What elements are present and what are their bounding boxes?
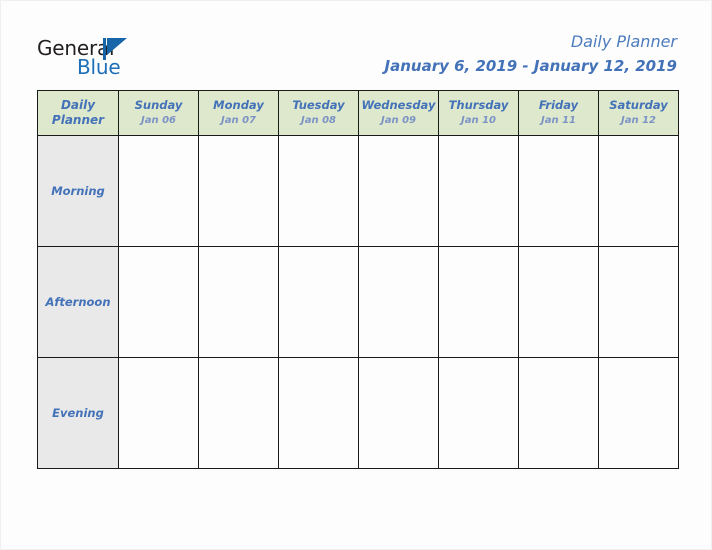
- column-header-day: Thursday: [448, 98, 509, 112]
- planner-cell-morning-sunday[interactable]: [118, 135, 199, 247]
- date-range: January 6, 2019 - January 12, 2019: [384, 57, 677, 75]
- general-blue-logo[interactable]: General Blue: [37, 37, 227, 83]
- planner-cell-evening-saturday[interactable]: [598, 357, 679, 469]
- planner-page: General Blue Daily Planner January 6, 20…: [0, 0, 712, 550]
- row-label-text: Evening: [52, 406, 104, 420]
- column-header-date: Jan 08: [301, 115, 336, 126]
- column-header-day: Monday: [213, 98, 264, 112]
- logo-word-blue: Blue: [77, 55, 121, 79]
- planner-cell-evening-friday[interactable]: [518, 357, 599, 469]
- planner-table-body: Morning Afternoon Evening: [37, 135, 679, 469]
- column-header-date: Jan 09: [381, 115, 416, 126]
- corner-header-line2: Planner: [51, 113, 105, 127]
- column-header-saturday: Saturday Jan 12: [598, 90, 679, 136]
- column-header-day: Wednesday: [361, 98, 436, 112]
- planner-cell-morning-wednesday[interactable]: [358, 135, 439, 247]
- planner-cell-morning-tuesday[interactable]: [278, 135, 359, 247]
- header-row: Daily Planner Sunday Jan 06 Monday Jan 0…: [37, 90, 679, 136]
- planner-cell-afternoon-wednesday[interactable]: [358, 246, 439, 358]
- column-header-date: Jan 06: [141, 115, 176, 126]
- planner-cell-afternoon-sunday[interactable]: [118, 246, 199, 358]
- planner-cell-evening-wednesday[interactable]: [358, 357, 439, 469]
- column-header-date: Jan 10: [461, 115, 496, 126]
- planner-cell-afternoon-friday[interactable]: [518, 246, 599, 358]
- column-header-friday: Friday Jan 11: [518, 90, 599, 136]
- planner-cell-morning-saturday[interactable]: [598, 135, 679, 247]
- row-label-text: Morning: [51, 184, 105, 198]
- page-header: General Blue Daily Planner January 6, 20…: [1, 1, 712, 89]
- column-header-wednesday: Wednesday Jan 09: [358, 90, 439, 136]
- column-header-day: Saturday: [609, 98, 668, 112]
- corner-header-cell: Daily Planner: [37, 90, 119, 136]
- page-title: Daily Planner: [570, 32, 677, 51]
- planner-cell-evening-monday[interactable]: [198, 357, 279, 469]
- title-block: Daily Planner January 6, 2019 - January …: [385, 31, 677, 77]
- column-header-thursday: Thursday Jan 10: [438, 90, 519, 136]
- planner-cell-morning-monday[interactable]: [198, 135, 279, 247]
- column-header-monday: Monday Jan 07: [198, 90, 279, 136]
- column-header-day: Sunday: [134, 98, 183, 112]
- planner-table-head: Daily Planner Sunday Jan 06 Monday Jan 0…: [37, 90, 679, 136]
- table-row: Morning: [37, 135, 679, 247]
- planner-cell-evening-sunday[interactable]: [118, 357, 199, 469]
- column-header-day: Friday: [538, 98, 579, 112]
- planner-cell-morning-thursday[interactable]: [438, 135, 519, 247]
- triangle-icon: [107, 38, 127, 55]
- planner-cell-morning-friday[interactable]: [518, 135, 599, 247]
- column-header-day: Tuesday: [292, 98, 345, 112]
- planner-cell-evening-thursday[interactable]: [438, 357, 519, 469]
- column-header-date: Jan 11: [541, 115, 576, 126]
- column-header-date: Jan 07: [221, 115, 256, 126]
- table-row: Evening: [37, 357, 679, 469]
- corner-header-line1: Daily: [60, 98, 96, 112]
- planner-table: Daily Planner Sunday Jan 06 Monday Jan 0…: [37, 90, 679, 469]
- planner-cell-afternoon-saturday[interactable]: [598, 246, 679, 358]
- table-row: Afternoon: [37, 246, 679, 358]
- planner-cell-afternoon-thursday[interactable]: [438, 246, 519, 358]
- row-label-text: Afternoon: [45, 295, 111, 309]
- row-label-evening: Evening: [37, 357, 119, 469]
- column-header-date: Jan 12: [621, 115, 656, 126]
- column-header-tuesday: Tuesday Jan 08: [278, 90, 359, 136]
- row-label-afternoon: Afternoon: [37, 246, 119, 358]
- planner-cell-afternoon-tuesday[interactable]: [278, 246, 359, 358]
- planner-cell-evening-tuesday[interactable]: [278, 357, 359, 469]
- planner-cell-afternoon-monday[interactable]: [198, 246, 279, 358]
- row-label-morning: Morning: [37, 135, 119, 247]
- column-header-sunday: Sunday Jan 06: [118, 90, 199, 136]
